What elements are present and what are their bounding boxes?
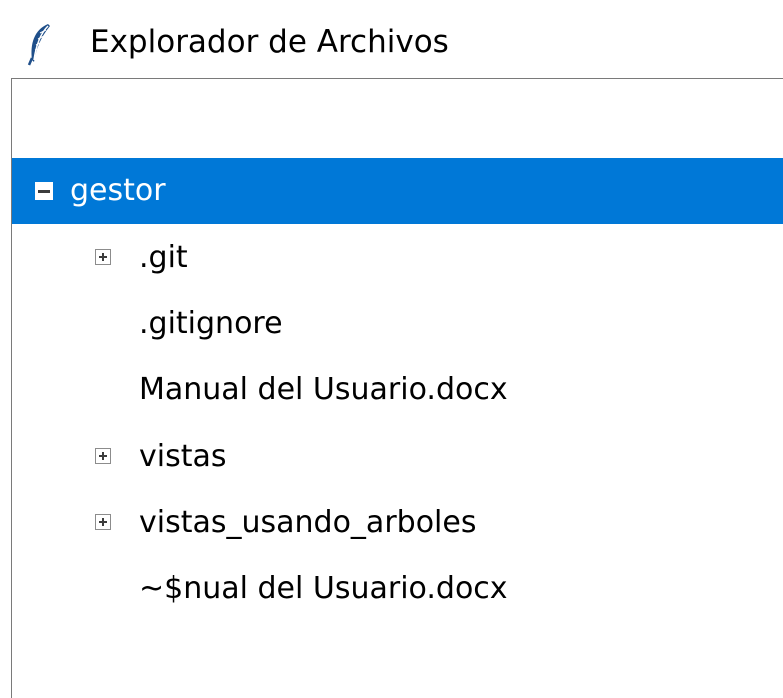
- expand-icon[interactable]: [95, 448, 111, 464]
- expand-icon[interactable]: [95, 514, 111, 530]
- tree-item-vistas-usando-arboles[interactable]: vistas_usando_arboles: [12, 490, 783, 556]
- tree-item-label: Manual del Usuario.docx: [139, 372, 508, 407]
- tree-item-label: .gitignore: [139, 306, 283, 341]
- file-tree[interactable]: gestor .git .gitignore Manual del Usuari…: [11, 78, 783, 698]
- tree-item-gestor[interactable]: gestor: [12, 158, 783, 224]
- title-bar: Explorador de Archivos: [0, 0, 783, 78]
- tree-item-label: ~$nual del Usuario.docx: [139, 571, 508, 606]
- tree-item-label: vistas: [139, 439, 227, 474]
- expand-icon[interactable]: [95, 249, 111, 265]
- tree-item-temp-manual[interactable]: ~$nual del Usuario.docx: [12, 556, 783, 622]
- tree-item-git[interactable]: .git: [12, 225, 783, 291]
- tree-item-vistas[interactable]: vistas: [12, 424, 783, 490]
- tree-item-label: .git: [139, 240, 188, 275]
- tree-item-label: vistas_usando_arboles: [139, 505, 477, 540]
- collapse-icon[interactable]: [35, 182, 53, 200]
- feather-icon: [26, 22, 54, 66]
- tree-item-label: gestor: [70, 173, 166, 208]
- tree-item-gitignore[interactable]: .gitignore: [12, 291, 783, 357]
- window-title: Explorador de Archivos: [90, 24, 449, 60]
- app-window: Explorador de Archivos gestor .git .giti…: [0, 0, 783, 698]
- tree-item-manual[interactable]: Manual del Usuario.docx: [12, 357, 783, 423]
